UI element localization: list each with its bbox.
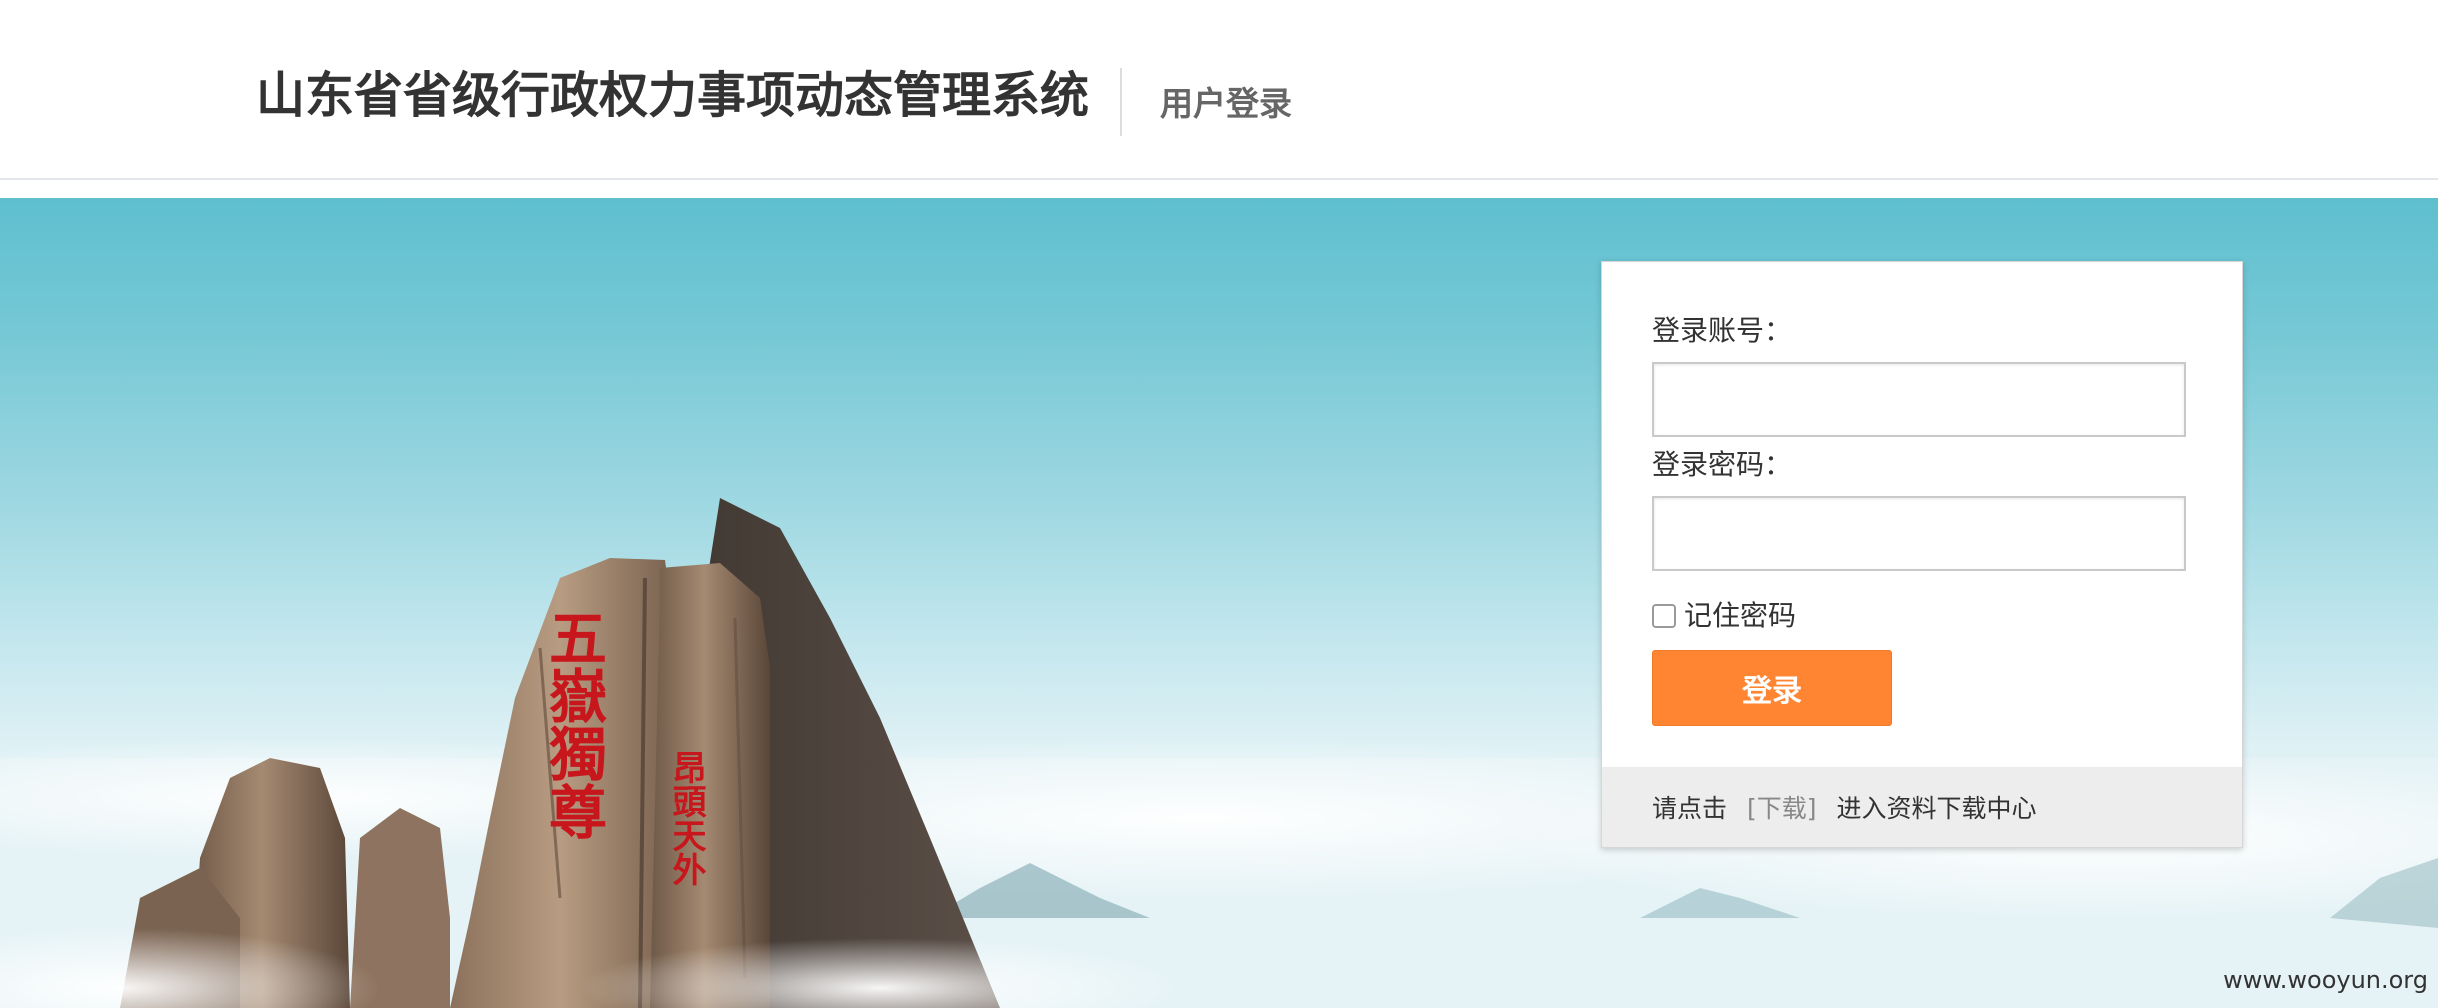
rock-inscription-side: 昂頭天外: [666, 750, 706, 886]
password-input[interactable]: [1652, 496, 2186, 571]
account-input[interactable]: [1652, 362, 2186, 437]
download-link[interactable]: [下载]: [1747, 789, 1817, 825]
login-panel: 登录账号： 登录密码： 记住密码 登录 请点击 [下载] 进入资料下载中心: [1601, 261, 2243, 848]
header-divider: [1120, 68, 1122, 136]
remember-password-row[interactable]: 记住密码: [1652, 596, 1796, 636]
rock-inscription-main: 五嶽獨尊: [539, 608, 607, 840]
site-title: 山东省省级行政权力事项动态管理系统: [256, 67, 1090, 124]
download-suffix-text: 进入资料下载中心: [1836, 794, 2037, 823]
site-header: 山东省省级行政权力事项动态管理系统 用户登录: [0, 0, 2438, 180]
download-footer: 请点击 [下载] 进入资料下载中心: [1602, 767, 2242, 847]
page-subtitle: 用户登录: [1160, 84, 1292, 123]
watermark-text: www.wooyun.org: [2223, 966, 2428, 994]
account-label: 登录账号：: [1652, 314, 1793, 347]
password-label: 登录密码：: [1652, 448, 1793, 481]
remember-password-label: 记住密码: [1684, 599, 1797, 632]
login-button[interactable]: 登录: [1652, 650, 1892, 726]
remember-password-checkbox[interactable]: [1652, 604, 1676, 628]
download-prefix-text: 请点击: [1652, 794, 1728, 823]
